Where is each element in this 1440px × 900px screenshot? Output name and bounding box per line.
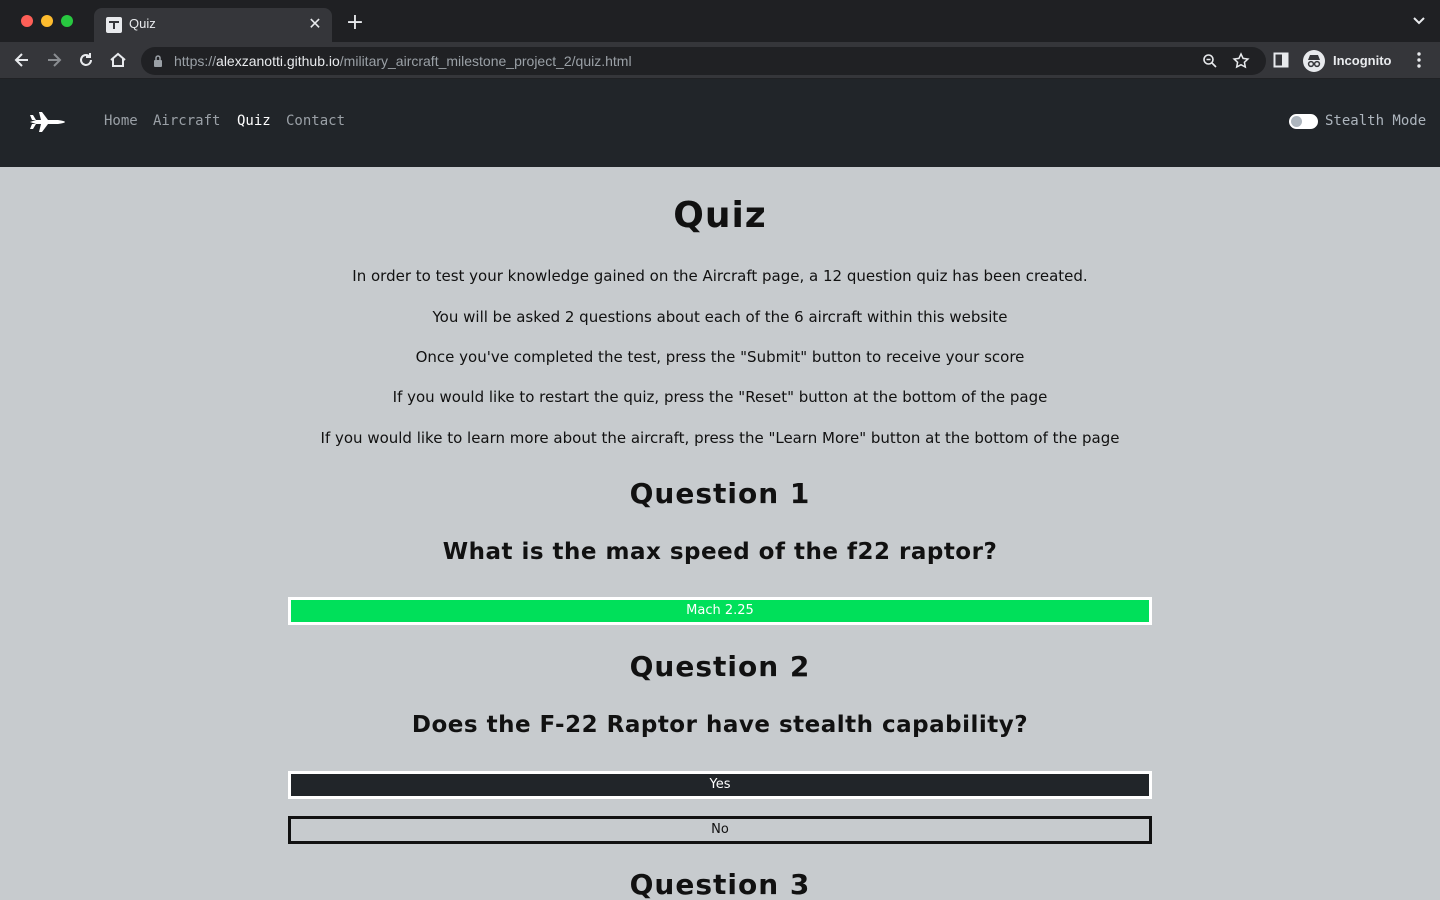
nav-link-home[interactable]: Home <box>104 113 138 129</box>
url-path: /military_aircraft_milestone_project_2/q… <box>339 53 632 69</box>
browser-tab[interactable]: Quiz ✕ <box>94 8 332 42</box>
browser-tab-strip: Quiz ✕ + <box>0 0 1440 42</box>
new-tab-button[interactable]: + <box>344 12 366 34</box>
url-host: alexzanotti.github.io <box>216 53 340 69</box>
page-viewport: Home Aircraft Quiz Contact Stealth Mode … <box>0 79 1440 900</box>
question-3-heading: Question 3 <box>629 868 811 900</box>
question-1-text: What is the max speed of the f22 raptor? <box>442 539 998 565</box>
url-text[interactable]: https://alexzanotti.github.io/military_a… <box>174 53 632 69</box>
intro-paragraph: In order to test your knowledge gained o… <box>352 267 1088 285</box>
zoom-icon[interactable] <box>1202 53 1218 69</box>
intro-paragraph: If you would like to learn more about th… <box>320 429 1120 447</box>
intro-paragraph: You will be asked 2 questions about each… <box>432 308 1008 326</box>
browser-toolbar: https://alexzanotti.github.io/military_a… <box>0 42 1440 79</box>
nav-link-contact[interactable]: Contact <box>286 113 345 129</box>
fighter-jet-logo-icon[interactable] <box>28 105 66 139</box>
question-2-text: Does the F-22 Raptor have stealth capabi… <box>411 712 1029 738</box>
tab-title: Quiz <box>129 16 156 31</box>
close-window-button[interactable] <box>21 15 33 27</box>
page-title: Quiz <box>673 195 767 236</box>
side-panel-icon[interactable] <box>1273 52 1289 68</box>
nav-link-aircraft[interactable]: Aircraft <box>153 113 220 129</box>
profile-label: Incognito <box>1333 53 1392 68</box>
site-navbar: Home Aircraft Quiz Contact Stealth Mode <box>0 79 1440 167</box>
intro-paragraph: If you would like to restart the quiz, p… <box>392 388 1048 406</box>
question-1-heading: Question 1 <box>629 477 811 510</box>
back-arrow-icon[interactable] <box>12 50 32 70</box>
lock-icon[interactable] <box>153 55 163 67</box>
answer-button-no[interactable]: No <box>288 816 1152 844</box>
forward-arrow-icon[interactable] <box>44 50 64 70</box>
toggle-knob <box>1291 116 1302 127</box>
address-bar[interactable]: https://alexzanotti.github.io/military_a… <box>141 47 1266 75</box>
incognito-icon <box>1303 50 1325 72</box>
reload-icon[interactable] <box>76 50 96 70</box>
bookmark-star-icon[interactable] <box>1232 52 1250 70</box>
intro-paragraph: Once you've completed the test, press th… <box>415 348 1025 366</box>
incognito-profile-button[interactable]: Incognito <box>1301 47 1399 74</box>
answer-button-mach-2-25[interactable]: Mach 2.25 <box>288 597 1152 625</box>
tab-close-icon[interactable]: ✕ <box>306 15 324 33</box>
answer-button-yes[interactable]: Yes <box>288 771 1152 799</box>
nav-link-quiz[interactable]: Quiz <box>237 113 271 129</box>
maximize-window-button[interactable] <box>61 15 73 27</box>
jet-favicon-icon <box>106 17 122 33</box>
home-icon[interactable] <box>108 50 128 70</box>
stealth-mode-toggle[interactable] <box>1289 114 1318 129</box>
minimize-window-button[interactable] <box>41 15 53 27</box>
stealth-mode-label[interactable]: Stealth Mode <box>1325 113 1426 129</box>
question-2-heading: Question 2 <box>629 650 811 683</box>
browser-menu-icon[interactable] <box>1411 51 1427 69</box>
tab-search-chevron-icon[interactable] <box>1412 14 1426 28</box>
url-scheme: https:// <box>174 53 217 69</box>
